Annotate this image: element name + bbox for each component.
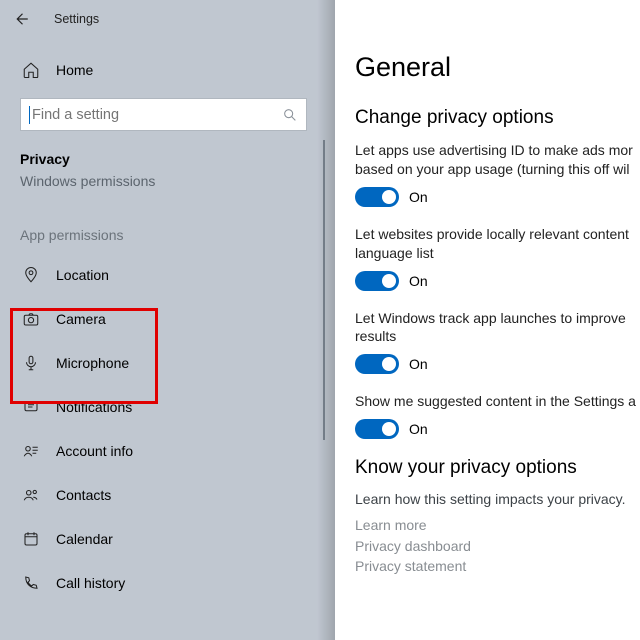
sidebar-item-microphone[interactable]: Microphone <box>0 341 335 385</box>
toggle-row-language-list: On <box>355 271 640 291</box>
sidebar-item-location[interactable]: Location <box>0 253 335 297</box>
sidebar-item-label: Contacts <box>56 487 111 503</box>
option-desc: Let websites provide locally relevant co… <box>355 225 640 263</box>
calendar-icon <box>22 530 40 548</box>
notifications-icon <box>22 398 40 416</box>
toggle-row-app-launches: On <box>355 354 640 374</box>
toggle-language-list[interactable] <box>355 271 399 291</box>
sidebar-item-label: Microphone <box>56 355 129 371</box>
sidebar-item-call-history[interactable]: Call history <box>0 561 335 605</box>
option-desc: Let Windows track app launches to improv… <box>355 309 640 347</box>
search-icon <box>282 107 298 123</box>
camera-icon <box>22 310 40 328</box>
sidebar-item-label: Location <box>56 267 109 283</box>
link-privacy-dashboard[interactable]: Privacy dashboard <box>355 536 640 556</box>
sidebar-item-label: Account info <box>56 443 133 459</box>
sidebar-section-title: Privacy <box>20 151 335 167</box>
sidebar-item-calendar[interactable]: Calendar <box>0 517 335 561</box>
contacts-icon <box>22 486 40 504</box>
toggle-state: On <box>409 273 428 289</box>
toggle-state: On <box>409 189 428 205</box>
toggle-app-launches[interactable] <box>355 354 399 374</box>
main-panel: General Change privacy options Let apps … <box>335 0 640 640</box>
toggle-advertising-id[interactable] <box>355 187 399 207</box>
toggle-state: On <box>409 421 428 437</box>
link-learn-more[interactable]: Learn more <box>355 515 640 535</box>
account-info-icon <box>22 442 40 460</box>
search-container <box>0 88 335 135</box>
know-subtext: Learn how this setting impacts your priv… <box>355 491 640 507</box>
toggle-suggested-content[interactable] <box>355 419 399 439</box>
arrow-left-icon <box>12 10 30 28</box>
settings-window: Settings Home Privacy Windows permission… <box>0 0 640 640</box>
scrollbar[interactable] <box>323 140 325 440</box>
page-title: General <box>355 52 640 83</box>
location-icon <box>22 266 40 284</box>
titlebar: Settings <box>0 0 335 38</box>
section-heading-know: Know your privacy options <box>355 457 640 479</box>
sidebar-item-label: Camera <box>56 311 106 327</box>
sidebar-item-camera[interactable]: Camera <box>0 297 335 341</box>
search-input[interactable] <box>20 98 307 131</box>
sidebar-item-contacts[interactable]: Contacts <box>0 473 335 517</box>
home-icon <box>22 61 40 79</box>
sidebar: Settings Home Privacy Windows permission… <box>0 0 335 640</box>
toggle-state: On <box>409 356 428 372</box>
toggle-row-advertising-id: On <box>355 187 640 207</box>
sidebar-item-account-info[interactable]: Account info <box>0 429 335 473</box>
sidebar-item-label: Calendar <box>56 531 113 547</box>
sidebar-item-label: Home <box>56 62 93 78</box>
search-field[interactable] <box>32 107 282 123</box>
call-history-icon <box>22 574 40 592</box>
section-heading: Change privacy options <box>355 107 640 129</box>
option-desc: Let apps use advertising ID to make ads … <box>355 141 640 179</box>
sidebar-item-notifications[interactable]: Notifications <box>0 385 335 429</box>
window-title: Settings <box>54 12 99 26</box>
sidebar-subsection[interactable]: Windows permissions <box>20 173 335 189</box>
back-button[interactable] <box>10 8 32 30</box>
link-privacy-statement[interactable]: Privacy statement <box>355 556 640 576</box>
sidebar-item-label: Notifications <box>56 399 132 415</box>
sidebar-item-home[interactable]: Home <box>0 52 335 88</box>
sidebar-app-permissions-header: App permissions <box>20 227 335 243</box>
microphone-icon <box>22 354 40 372</box>
toggle-row-suggested-content: On <box>355 419 640 439</box>
sidebar-item-label: Call history <box>56 575 125 591</box>
text-cursor <box>29 106 30 124</box>
option-desc: Show me suggested content in the Setting… <box>355 392 640 411</box>
